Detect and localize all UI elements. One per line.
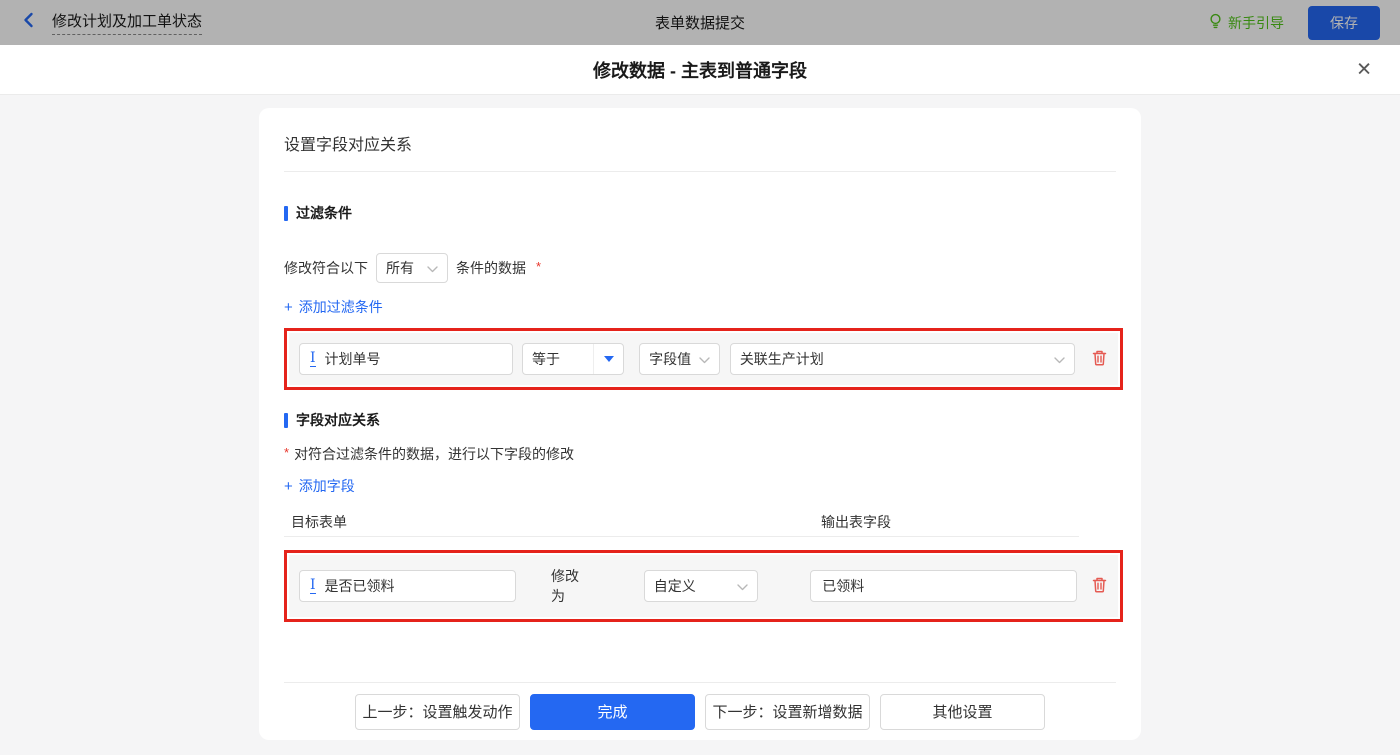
delete-filter-row-button[interactable]: [1091, 349, 1108, 370]
filter-section-title: 过滤条件: [284, 203, 1116, 223]
settings-card: 设置字段对应关系 过滤条件 修改符合以下 所有 条件的数据 * + 添加过滤条件: [259, 108, 1141, 740]
lightbulb-icon: [1208, 13, 1223, 32]
plus-icon: +: [284, 298, 293, 316]
filter-section-label: 过滤条件: [296, 205, 352, 221]
target-field-input[interactable]: I 是否已领料: [299, 570, 516, 602]
mapping-section-label: 字段对应关系: [296, 412, 380, 428]
add-filter-condition-link[interactable]: + 添加过滤条件: [284, 297, 383, 317]
operator-select[interactable]: 等于: [521, 343, 625, 375]
trash-icon: [1091, 349, 1108, 370]
card-footer: 上一步：设置触发动作 完成 下一步：设置新增数据 其他设置: [284, 682, 1116, 740]
beginner-guide-link[interactable]: 新手引导: [1208, 13, 1284, 33]
field-mapping-row: I 是否已领料 修改为 自定义 已领料: [289, 555, 1118, 617]
flow-title[interactable]: 修改计划及加工单状态: [52, 10, 203, 35]
custom-value: 已领料: [822, 578, 865, 594]
card-header: 设置字段对应关系: [284, 108, 1116, 172]
text-field-icon: I: [310, 350, 316, 367]
required-mark: *: [536, 258, 542, 274]
filter-value-select[interactable]: 关联生产计划: [729, 343, 1075, 375]
filter-field-input[interactable]: I 计划单号: [299, 343, 513, 375]
chevron-down-icon: [699, 351, 710, 367]
value-source-select[interactable]: 自定义: [643, 570, 759, 602]
required-mark: *: [284, 445, 290, 460]
chevron-down-icon: [427, 260, 438, 276]
node-title: 表单数据提交: [654, 15, 746, 32]
filter-field-value: 计划单号: [324, 351, 381, 367]
mapping-description-line: * 对符合过滤条件的数据，进行以下字段的修改: [284, 444, 1116, 464]
filter-condition-row: I 计划单号 等于 字段值 关联生产计划: [289, 333, 1118, 385]
close-icon[interactable]: ✕: [1356, 60, 1372, 79]
delete-mapping-row-button[interactable]: [1091, 576, 1108, 597]
condition-suffix: 条件的数据: [456, 260, 526, 276]
operator-value: 等于: [531, 351, 560, 367]
value-type-value: 字段值: [649, 351, 692, 367]
condition-prefix: 修改符合以下: [284, 260, 368, 276]
dialog-header: 修改数据 - 主表到普通字段 ✕: [0, 45, 1400, 95]
match-mode-select[interactable]: 所有: [376, 253, 448, 283]
chevron-down-icon: [737, 578, 748, 594]
plus-icon: +: [284, 477, 293, 495]
mapping-description: 对符合过滤条件的数据，进行以下字段的修改: [294, 446, 575, 462]
dialog-title: 修改数据 - 主表到普通字段: [593, 60, 807, 81]
value-type-select[interactable]: 字段值: [639, 343, 720, 375]
filter-value: 关联生产计划: [739, 351, 824, 367]
filter-row-highlight: I 计划单号 等于 字段值 关联生产计划: [284, 328, 1123, 390]
modify-to-label: 修改为: [550, 568, 579, 604]
mapping-section-title: 字段对应关系: [284, 410, 1116, 430]
section-marker: [284, 412, 288, 428]
other-settings-button[interactable]: 其他设置: [880, 693, 1045, 730]
output-field-column-label: 输出表字段: [821, 514, 891, 530]
mapping-row-highlight: I 是否已领料 修改为 自定义 已领料: [284, 550, 1123, 622]
column-divider: [284, 536, 1079, 537]
add-field-label: 添加字段: [298, 478, 355, 494]
caret-down-icon: [593, 344, 623, 374]
filter-condition-line: 修改符合以下 所有 条件的数据 *: [284, 253, 1116, 283]
trash-icon: [1091, 576, 1108, 597]
beginner-guide-label: 新手引导: [1228, 14, 1284, 31]
target-field-value: 是否已领料: [324, 578, 395, 594]
value-source-value: 自定义: [653, 578, 696, 594]
add-filter-condition-label: 添加过滤条件: [298, 299, 383, 315]
text-field-icon: I: [310, 577, 316, 594]
next-step-button[interactable]: 下一步：设置新增数据: [705, 693, 870, 730]
section-marker: [284, 205, 288, 221]
chevron-left-icon: [20, 11, 38, 34]
save-button[interactable]: 保存: [1308, 5, 1380, 40]
back-button[interactable]: [20, 11, 38, 34]
topbar: 修改计划及加工单状态 表单数据提交 新手引导 保存: [0, 0, 1400, 45]
prev-step-button[interactable]: 上一步：设置触发动作: [355, 693, 520, 730]
mapping-column-headers: 目标表单 输出表字段: [284, 512, 1116, 530]
target-form-column-label: 目标表单: [291, 514, 347, 530]
chevron-down-icon: [1054, 351, 1065, 367]
add-field-link[interactable]: + 添加字段: [284, 476, 355, 496]
custom-value-input[interactable]: 已领料: [810, 570, 1077, 602]
done-button[interactable]: 完成: [530, 693, 695, 730]
dialog-body: 设置字段对应关系 过滤条件 修改符合以下 所有 条件的数据 * + 添加过滤条件: [0, 108, 1400, 755]
match-mode-value: 所有: [386, 260, 414, 276]
